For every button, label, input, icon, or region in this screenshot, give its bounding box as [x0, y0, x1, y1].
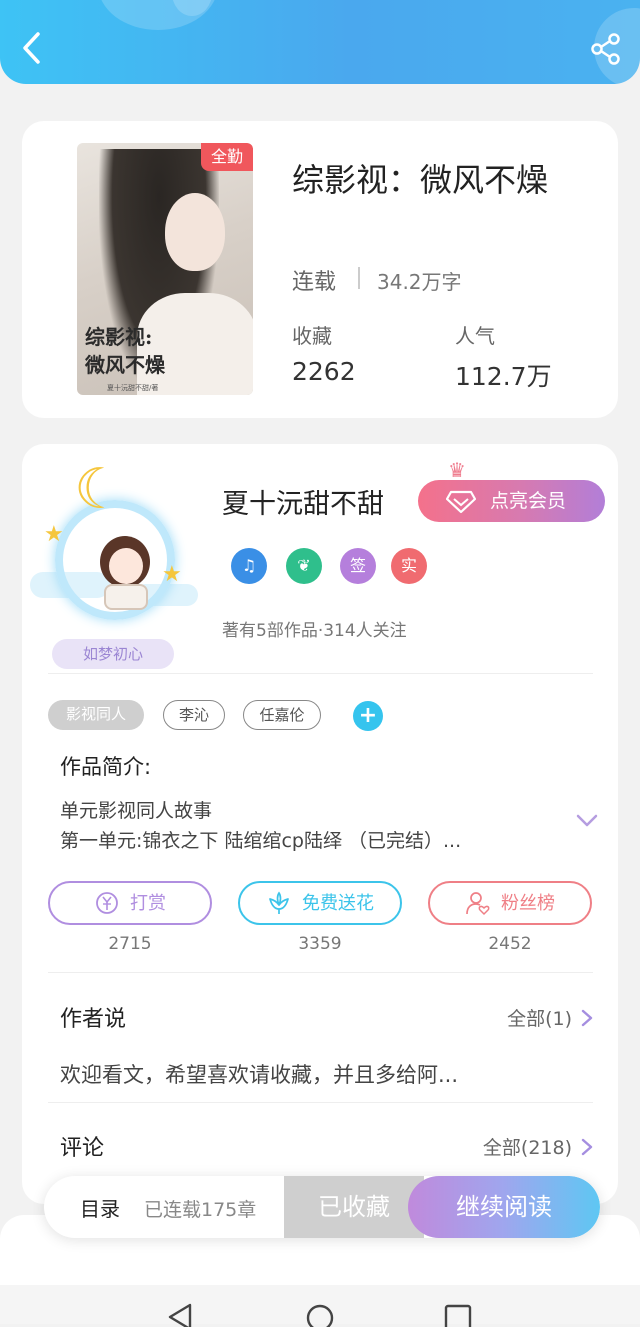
fan-ranking-label: 粉丝榜 — [501, 893, 555, 914]
intro-line: 第一单元:锦衣之下 陆绾绾cp陆绎 （已完结）... — [60, 830, 462, 852]
author-says-text[interactable]: 欢迎看文，希望喜欢请收藏，并且多给阿... — [60, 1059, 458, 1089]
share-icon — [591, 33, 620, 65]
cover-author-text: 夏十沅甜不甜/著 — [107, 384, 159, 392]
author-says-more-label: 全部(1) — [507, 1008, 572, 1030]
user-heart-icon — [466, 892, 490, 916]
cover-calligraphy-line: 综影视: — [85, 325, 153, 349]
signed-badge[interactable]: 签 — [340, 548, 376, 584]
continue-reading-button[interactable]: 继续阅读 — [408, 1176, 600, 1238]
chapter-count: 已连载175章 — [144, 1199, 257, 1221]
comments-more-link[interactable]: 全部(218) — [483, 1133, 594, 1160]
tip-button[interactable]: 打赏 — [48, 881, 212, 925]
fan-ranking-button[interactable]: 粉丝榜 — [428, 881, 592, 925]
moon-icon: ☾ — [74, 457, 125, 522]
share-button[interactable] — [590, 32, 622, 66]
star-icon: ★ — [44, 522, 64, 547]
book-title: 综影视：微风不燥 — [292, 161, 549, 199]
book-details-card: ☾ ★ ★ 如梦初心 夏十沅甜不甜 ♛ 点亮会员 ♫ ❦ 签 实 著有5部作品·… — [22, 444, 618, 1204]
chevron-down-icon[interactable] — [574, 812, 600, 830]
favorites-value: 2262 — [292, 357, 356, 386]
flower-icon — [269, 891, 289, 914]
avatar-frame-tag: 如梦初心 — [52, 639, 174, 669]
book-info-card: 综影视: 微风不燥 夏十沅甜不甜/著 全勤 综影视：微风不燥 连载 34.2万字… — [22, 121, 618, 418]
full-attendance-badge: 全勤 — [201, 143, 253, 171]
cover-calligraphy: 综影视: 微风不燥 — [85, 323, 165, 379]
chevron-right-icon — [581, 1009, 593, 1027]
tip-label: 打赏 — [130, 893, 166, 914]
avatar-art — [104, 584, 148, 610]
cover-calligraphy-line: 微风不燥 — [85, 353, 165, 377]
send-flower-button[interactable]: 免费送花 — [238, 881, 402, 925]
author-says-more-link[interactable]: 全部(1) — [507, 1004, 594, 1031]
nav-back-icon[interactable] — [166, 1303, 196, 1327]
intro-line: 单元影视同人故事 — [60, 800, 213, 822]
author-avatar[interactable]: ☾ ★ ★ 如梦初心 — [22, 444, 207, 669]
book-cover[interactable]: 综影视: 微风不燥 夏十沅甜不甜/著 全勤 — [77, 143, 253, 395]
nav-recents-icon[interactable] — [443, 1303, 473, 1327]
table-of-contents-button[interactable]: 目录 — [80, 1193, 120, 1222]
send-flower-label: 免费送花 — [302, 893, 374, 914]
cover-art — [165, 193, 225, 271]
tag-chip[interactable]: 任嘉伦 — [243, 700, 321, 730]
author-works-info: 著有5部作品·314人关注 — [222, 621, 407, 641]
popularity-label: 人气 — [455, 324, 495, 348]
tip-count: 2715 — [108, 934, 152, 954]
top-header — [0, 0, 640, 84]
nav-home-icon[interactable] — [305, 1303, 335, 1327]
divider — [358, 267, 360, 289]
author-name[interactable]: 夏十沅甜不甜 — [222, 482, 384, 521]
tag-chip[interactable]: 影视同人 — [48, 700, 144, 730]
flower-count: 3359 — [298, 934, 342, 954]
comments-more-label: 全部(218) — [482, 1137, 572, 1159]
crown-icon: ♛ — [448, 458, 466, 482]
author-says-heading: 作者说 — [60, 1007, 127, 1032]
music-note-icon[interactable]: ♫ — [231, 548, 267, 584]
divider — [48, 972, 593, 973]
star-icon: ★ — [162, 562, 182, 587]
tag-chip[interactable]: 李沁 — [163, 700, 225, 730]
popularity-value: 112.7万 — [455, 362, 552, 391]
divider — [48, 1102, 593, 1103]
system-nav-bar — [0, 1285, 640, 1327]
yen-coin-icon — [96, 892, 118, 914]
word-count: 34.2万字 — [377, 270, 462, 294]
favorites-label: 收藏 — [292, 324, 332, 348]
collected-button[interactable]: 已收藏 — [284, 1176, 424, 1238]
verified-badge[interactable]: 实 — [391, 548, 427, 584]
divider — [48, 673, 593, 674]
serial-status: 连载 — [292, 270, 337, 295]
avatar-art — [109, 548, 143, 584]
fan-count: 2452 — [488, 934, 532, 954]
bottom-action-bar: 目录 已连载175章 已收藏 继续阅读 — [44, 1176, 600, 1238]
diamond-icon — [446, 490, 476, 514]
back-button[interactable] — [14, 28, 50, 68]
leaf-badge-icon[interactable]: ❦ — [286, 548, 322, 584]
intro-heading: 作品简介: — [60, 755, 152, 779]
comments-heading: 评论 — [60, 1136, 105, 1161]
chevron-left-icon — [23, 32, 40, 64]
add-tag-button[interactable]: + — [353, 701, 383, 731]
chevron-right-icon — [581, 1138, 593, 1156]
